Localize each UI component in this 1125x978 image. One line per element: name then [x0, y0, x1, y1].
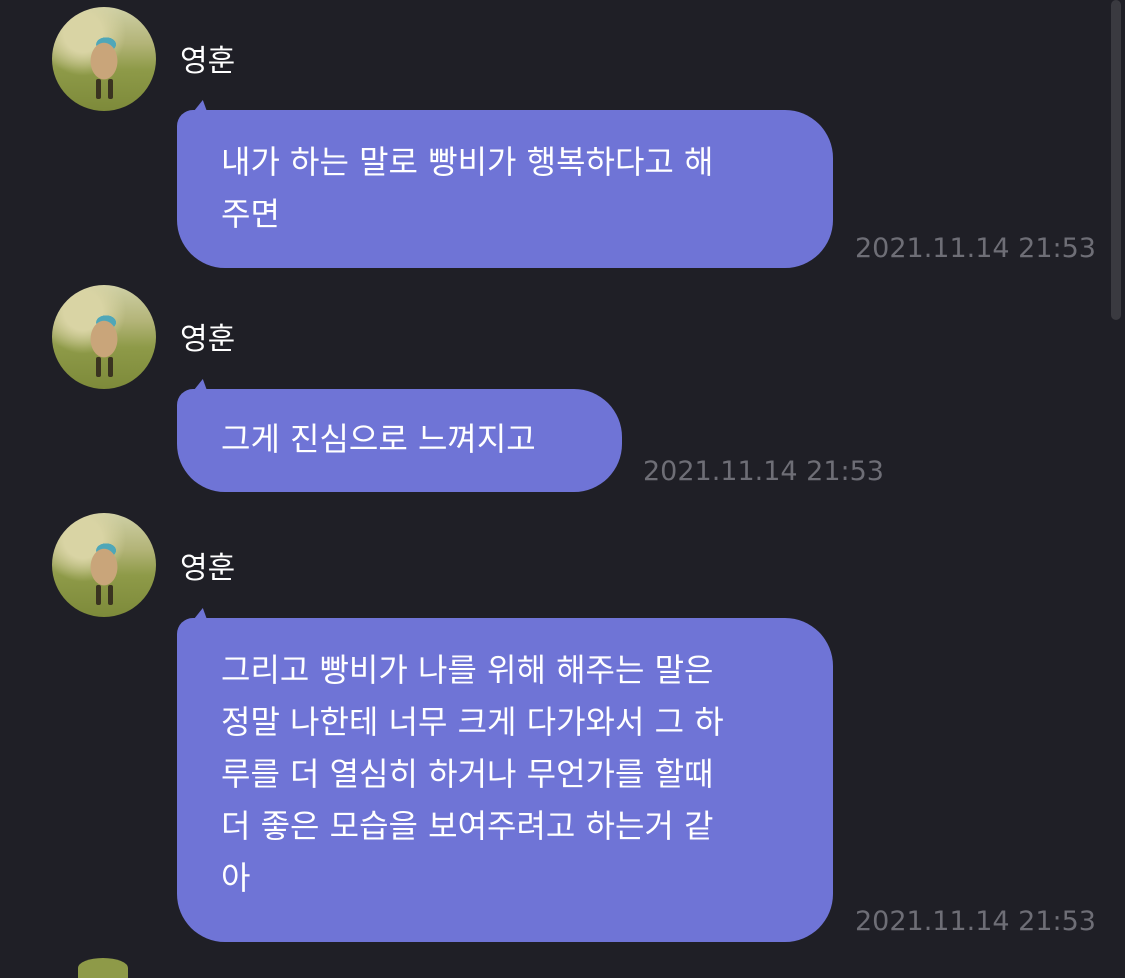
scrollbar[interactable] — [1111, 0, 1121, 320]
message-timestamp: 2021.11.14 21:53 — [855, 906, 1096, 937]
sender-name: 영훈 — [180, 44, 236, 79]
sender-avatar[interactable] — [52, 7, 156, 111]
message-bubble[interactable]: 그게 진심으로 느껴지고 — [177, 389, 622, 492]
sender-avatar[interactable] — [52, 513, 156, 617]
next-avatar — [78, 958, 128, 978]
message-bubble[interactable]: 내가 하는 말로 빵비가 행복하다고 해 주면 — [177, 110, 833, 268]
message-bubble[interactable]: 그리고 빵비가 나를 위해 해주는 말은 정말 나한테 너무 크게 다가와서 그… — [177, 618, 833, 942]
sender-name: 영훈 — [180, 551, 236, 586]
sender-name: 영훈 — [180, 322, 236, 357]
sender-avatar[interactable] — [52, 285, 156, 389]
message-timestamp: 2021.11.14 21:53 — [855, 233, 1096, 264]
message-timestamp: 2021.11.14 21:53 — [643, 456, 884, 487]
